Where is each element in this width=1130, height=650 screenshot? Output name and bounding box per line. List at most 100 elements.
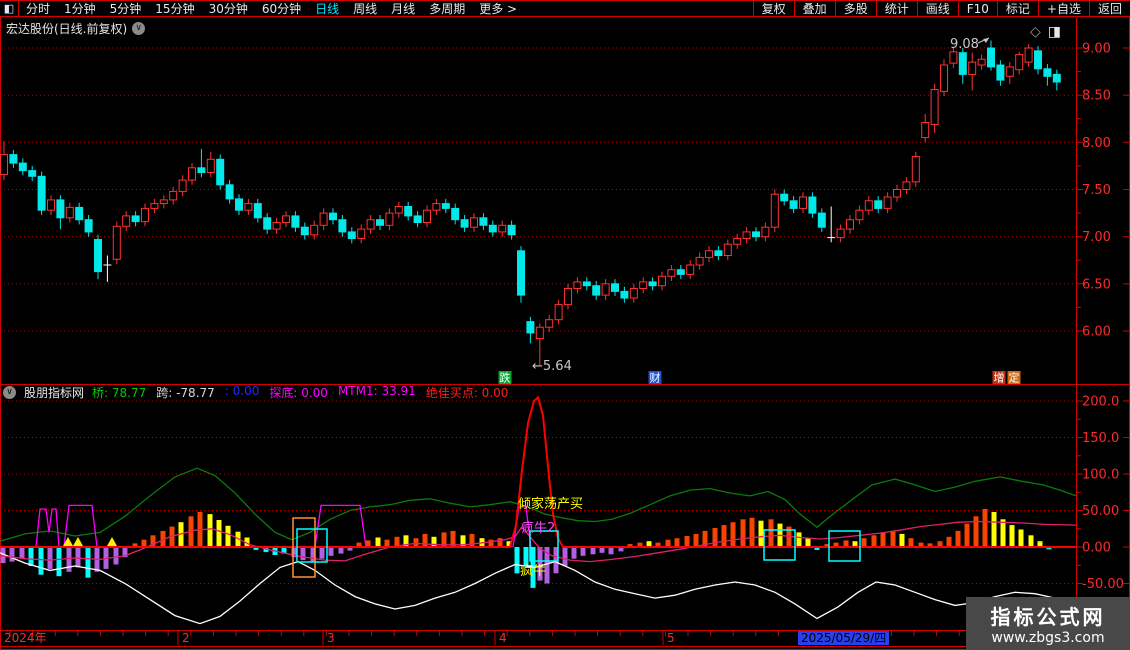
indicator-value: 绝佳买点: 0.00: [425, 385, 509, 400]
toolbar-button[interactable]: 返回: [1088, 0, 1130, 17]
hist-bar: [562, 547, 568, 566]
hist-bar: [56, 547, 62, 577]
hist-bar: [75, 547, 81, 568]
hist-bar: [9, 547, 15, 562]
diamond-icon[interactable]: ◇: [1030, 24, 1041, 40]
toolbar-button[interactable]: 画线: [916, 0, 958, 17]
indicator-value: 探底: 0.00: [269, 385, 328, 400]
toolbar-button[interactable]: 标记: [996, 0, 1038, 17]
low-annotation: ←5.64: [532, 359, 572, 374]
period-tab[interactable]: 周线: [346, 0, 384, 17]
hist-bar: [207, 514, 213, 547]
period-tab[interactable]: 1分钟: [57, 0, 103, 17]
candle-body: [122, 215, 131, 227]
toolbar-button[interactable]: 统计: [875, 0, 917, 17]
hist-bar: [422, 533, 428, 547]
toolbar-button[interactable]: +自选: [1037, 0, 1089, 17]
hist-bar: [47, 547, 53, 569]
hist-bar: [488, 539, 494, 547]
period-tab[interactable]: 30分钟: [202, 0, 255, 17]
candle-body: [272, 222, 281, 230]
hist-bar: [1009, 525, 1015, 547]
period-tab[interactable]: 更多 >: [472, 0, 524, 17]
candle-body: [235, 198, 243, 211]
candle-body: [65, 206, 74, 219]
hist-bar: [319, 547, 325, 559]
candle-body: [441, 203, 450, 209]
indicator-value: : 0.00: [224, 383, 260, 398]
candle-body: [188, 167, 196, 181]
candle-body: [564, 288, 572, 306]
hist-bar: [693, 533, 699, 547]
high-annotation: 9.08: [950, 37, 979, 52]
app-window: 9.00 8.50 8.00 7.50 7.00 6.50 6.00 9.08 ←5.64 跌 财 增…: [0, 0, 1130, 650]
price-axis-label: 7.50: [1082, 183, 1111, 198]
period-tab[interactable]: 分时: [19, 0, 57, 17]
candle-body: [902, 181, 911, 190]
indicator-chevron-icon[interactable]: ∨: [3, 385, 16, 399]
toolbar-button[interactable]: F10: [957, 1, 997, 16]
hist-bar: [580, 547, 586, 556]
toolbar-right-buttons: 复权 叠加 多股 统计 画线 F10 标记 +自选 返回: [752, 0, 1130, 17]
period-tab[interactable]: 60分钟: [255, 0, 308, 17]
candle-body: [423, 209, 431, 223]
hist-bar: [749, 517, 755, 547]
candle-body: [855, 209, 864, 221]
candle-body: [84, 219, 93, 233]
candle-body: [18, 162, 27, 172]
hist-bar: [1028, 535, 1034, 547]
candle-body: [451, 207, 460, 221]
candle-body: [996, 64, 1005, 81]
chevron-down-icon[interactable]: ∨: [132, 22, 146, 35]
period-tab[interactable]: 月线: [384, 0, 422, 17]
hist-bar: [413, 538, 419, 547]
hist-bar: [608, 547, 614, 555]
candle-body: [112, 225, 121, 260]
candle-body: [940, 64, 948, 92]
candle-body: [197, 167, 206, 174]
window-layout-icon[interactable]: ◧: [0, 1, 19, 16]
candle-body: [1052, 73, 1061, 83]
hist-bar: [225, 525, 231, 547]
split-window-icon[interactable]: ◨: [1048, 24, 1061, 40]
hist-bar: [66, 547, 72, 572]
period-tab[interactable]: 15分钟: [148, 0, 201, 17]
candle-body: [1015, 54, 1024, 71]
event-badge-label: 财: [650, 371, 661, 385]
candle-body: [517, 250, 525, 296]
candle-body: [883, 196, 892, 209]
candle-body: [1034, 50, 1042, 70]
toolbar-button[interactable]: 多股: [834, 0, 876, 17]
watermark: 指标公式网 www.zbgs3.com: [966, 597, 1130, 650]
period-tab[interactable]: 多周期: [422, 0, 472, 17]
candle-body: [874, 200, 883, 209]
candle-body: [9, 154, 18, 164]
toolbar-button[interactable]: 复权: [752, 0, 794, 17]
hist-bar: [674, 538, 680, 547]
candle-body: [347, 231, 356, 239]
hist-bar: [871, 535, 877, 547]
candle-body: [808, 196, 817, 214]
indicator-values: 桥: 78.77 跨: -78.77: 0.00 探底: 0.00 MTM1: 33.…: [92, 384, 508, 401]
period-tab[interactable]: 5分钟: [103, 0, 149, 17]
date-axis-label: 3: [327, 631, 335, 645]
indicator-signal-label: 倾家荡产买: [518, 496, 583, 512]
indicator-name: 股朋指标网: [24, 385, 85, 400]
toolbar-button[interactable]: 叠加: [793, 0, 835, 17]
candle-body: [573, 281, 582, 289]
candle-body: [554, 304, 563, 321]
hist-bar: [141, 539, 147, 547]
candle-body: [244, 203, 253, 211]
candle-body: [206, 158, 215, 174]
candle-body: [37, 175, 46, 211]
period-tab[interactable]: 日线: [308, 0, 346, 17]
hist-bar: [805, 538, 811, 547]
candle-body: [535, 326, 544, 340]
candle-body: [601, 283, 610, 296]
candle-body: [131, 215, 140, 223]
indicator-signal-label: 疯牛: [520, 563, 546, 579]
event-badge-label: 增: [994, 371, 1005, 385]
candle-body: [1043, 68, 1052, 77]
hist-bar: [19, 547, 25, 558]
event-badge-label: 定: [1009, 371, 1020, 385]
